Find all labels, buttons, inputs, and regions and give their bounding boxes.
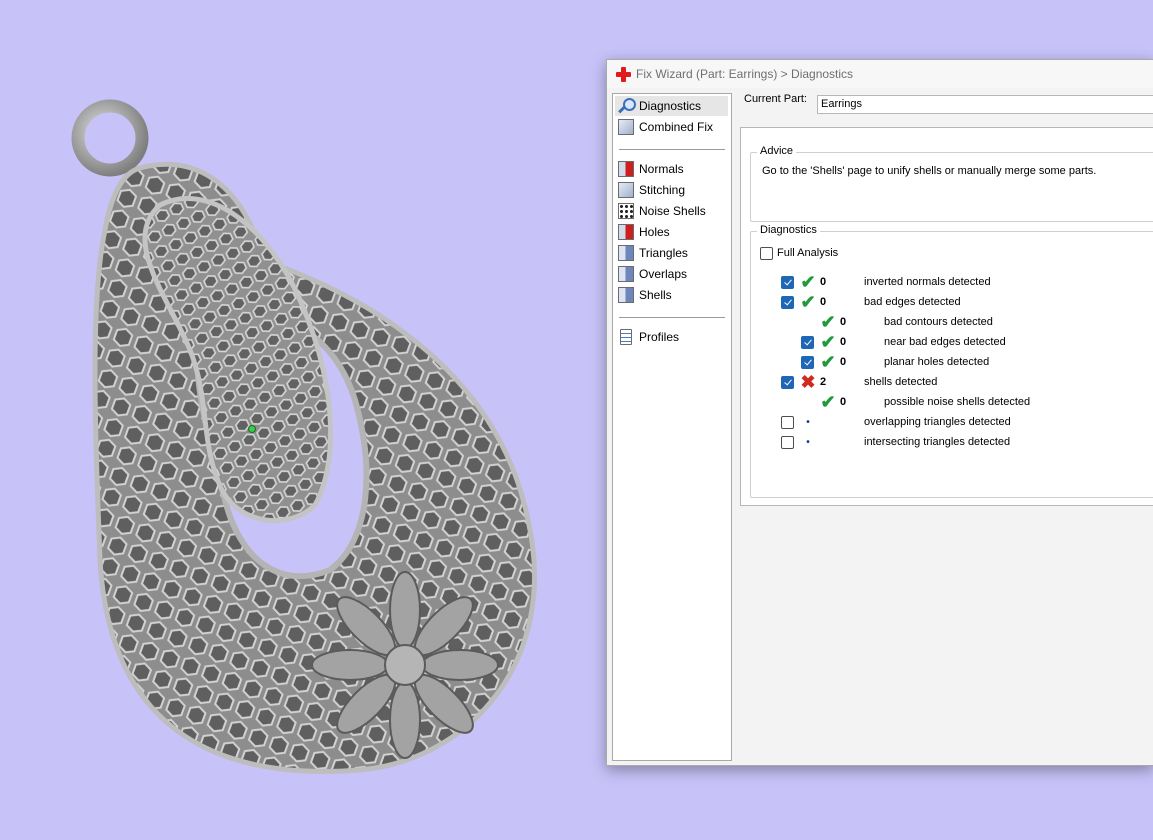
fix-wizard-window: Fix Wizard (Part: Earrings) > Diagnostic…	[606, 59, 1153, 766]
window-title: Fix Wizard (Part: Earrings) > Diagnostic…	[636, 67, 854, 81]
cube-normals-icon	[618, 161, 634, 177]
nav-item-label: Noise Shells	[639, 204, 706, 218]
diagnostics-panel: Advice Go to the 'Shells' page to unify …	[740, 127, 1153, 506]
not-run-dot-icon: •	[806, 437, 810, 448]
noise-shells-icon	[618, 203, 634, 219]
wizard-nav: Diagnostics Combined Fix Normals Stitchi…	[612, 93, 732, 761]
check-icon: ✔	[800, 292, 816, 312]
planar-holes-label: planar holes detected	[884, 356, 990, 368]
nav-item-profiles[interactable]: Profiles	[615, 327, 728, 347]
shells-icon	[618, 287, 634, 303]
overlapping-triangles-label: overlapping triangles detected	[864, 416, 1011, 428]
nav-item-overlaps[interactable]: Overlaps	[615, 264, 728, 284]
inverted-normals-count: 0	[820, 276, 827, 288]
advice-text: Go to the 'Shells' page to unify shells …	[762, 165, 1097, 177]
nav-item-diagnostics[interactable]: Diagnostics	[615, 96, 728, 116]
shells-label: shells detected	[864, 376, 938, 388]
full-analysis-checkbox[interactable]	[760, 247, 773, 260]
document-icon	[620, 329, 632, 345]
check-icon: ✔	[820, 312, 836, 332]
nav-item-label: Triangles	[639, 246, 688, 260]
not-run-dot-icon: •	[806, 417, 810, 428]
earring-model	[71, 99, 538, 774]
check-icon: ✔	[820, 352, 836, 372]
shells-checkbox[interactable]	[781, 376, 794, 389]
nav-item-noise-shells[interactable]: Noise Shells	[615, 201, 728, 221]
noise-shells-count: 0	[840, 396, 847, 408]
cube-icon	[618, 119, 634, 135]
current-part-field[interactable]: Earrings	[817, 95, 1153, 114]
planar-holes-checkbox[interactable]	[801, 356, 814, 369]
near-bad-edges-count: 0	[840, 336, 847, 348]
bad-contours-count: 0	[840, 316, 847, 328]
planar-holes-count: 0	[840, 356, 847, 368]
nav-item-label: Overlaps	[639, 267, 688, 281]
inverted-normals-checkbox[interactable]	[781, 276, 794, 289]
near-bad-edges-checkbox[interactable]	[801, 336, 814, 349]
check-icon: ✔	[820, 392, 836, 412]
check-icon: ✔	[800, 272, 816, 292]
red-cross-icon	[616, 66, 631, 82]
nav-item-label: Holes	[639, 225, 670, 239]
current-part-label: Current Part:	[744, 93, 807, 105]
bad-edges-checkbox[interactable]	[781, 296, 794, 309]
triangles-icon	[618, 245, 634, 261]
cube-holes-icon	[618, 224, 634, 240]
near-bad-edges-label: near bad edges detected	[884, 336, 1006, 348]
bad-edges-label: bad edges detected	[864, 296, 961, 308]
shells-count: 2	[820, 376, 827, 388]
nav-item-triangles[interactable]: Triangles	[615, 243, 728, 263]
nav-item-label: Combined Fix	[639, 120, 714, 134]
noise-shells-label: possible noise shells detected	[884, 396, 1031, 408]
nav-item-label: Diagnostics	[639, 99, 702, 113]
check-icon: ✔	[820, 332, 836, 352]
nav-item-shells[interactable]: Shells	[615, 285, 728, 305]
nav-item-label: Shells	[639, 288, 672, 302]
title-bar[interactable]: Fix Wizard (Part: Earrings) > Diagnostic…	[607, 60, 1153, 88]
nav-item-label: Stitching	[639, 183, 686, 197]
diagnostics-title: Diagnostics	[757, 224, 820, 236]
nav-item-combined-fix[interactable]: Combined Fix	[615, 117, 728, 137]
intersecting-triangles-checkbox[interactable]	[781, 436, 794, 449]
nav-item-stitching[interactable]: Stitching	[615, 180, 728, 200]
inverted-normals-label: inverted normals detected	[864, 276, 991, 288]
advice-title: Advice	[757, 145, 797, 157]
overlapping-triangles-checkbox[interactable]	[781, 416, 794, 429]
overlaps-icon	[618, 266, 634, 282]
nav-item-normals[interactable]: Normals	[615, 159, 728, 179]
cube-stitching-icon	[618, 182, 634, 198]
nav-divider	[619, 149, 725, 150]
bad-contours-label: bad contours detected	[884, 316, 993, 328]
nav-item-holes[interactable]: Holes	[615, 222, 728, 242]
advice-group: Advice Go to the 'Shells' page to unify …	[750, 145, 1153, 222]
intersecting-triangles-label: intersecting triangles detected	[864, 436, 1011, 448]
error-x-icon: ✖	[800, 372, 816, 392]
magnifier-icon	[618, 98, 636, 114]
nav-divider	[619, 317, 725, 318]
full-analysis-label: Full Analysis	[777, 247, 839, 259]
3d-viewport[interactable]	[0, 0, 600, 835]
nav-item-label: Profiles	[639, 330, 680, 344]
nav-item-label: Normals	[639, 162, 684, 176]
diagnostics-group: Diagnostics Full Analysis ✔ 0 inverted n…	[750, 224, 1153, 498]
bad-edges-count: 0	[820, 296, 827, 308]
